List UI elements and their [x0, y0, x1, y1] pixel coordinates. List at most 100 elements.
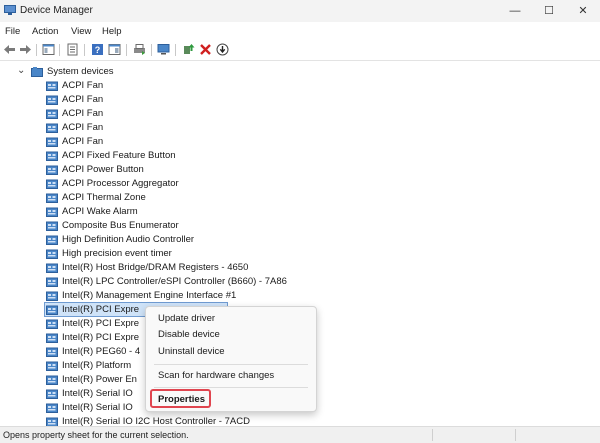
device-label: ACPI Wake Alarm — [62, 206, 138, 217]
system-device-icon — [46, 95, 58, 105]
action-pane-icon[interactable] — [108, 43, 121, 56]
device-label: ACPI Power Button — [62, 164, 144, 175]
system-device-icon — [46, 319, 58, 329]
toolbar-separator — [151, 44, 152, 56]
toolbar-separator — [175, 44, 176, 56]
show-hide-tree-icon[interactable] — [42, 43, 55, 56]
minimize-button[interactable]: — — [498, 0, 532, 22]
device-row[interactable]: ACPI Fan — [0, 93, 600, 107]
disable-icon[interactable] — [216, 43, 229, 56]
chevron-down-icon[interactable]: ⌄ — [17, 65, 25, 76]
menu-separator — [154, 364, 308, 365]
status-divider — [432, 429, 433, 441]
system-device-icon — [46, 235, 58, 245]
properties-sheet-icon[interactable] — [66, 43, 79, 56]
title-bar: Device Manager — ☐ ✕ — [0, 0, 600, 22]
device-label: ACPI Fan — [62, 136, 104, 147]
update-driver-menu-item[interactable]: Update driver — [158, 313, 215, 324]
device-label: Intel(R) Serial IO I2C Host Controller -… — [62, 416, 250, 426]
system-device-icon — [46, 221, 58, 231]
device-row[interactable]: High Definition Audio Controller — [0, 233, 600, 247]
device-manager-icon — [4, 5, 16, 15]
disable-device-menu-item[interactable]: Disable device — [158, 329, 220, 340]
folder-icon — [31, 67, 43, 77]
device-label: Intel(R) Management Engine Interface #1 — [62, 290, 237, 301]
device-label: ACPI Thermal Zone — [62, 192, 146, 203]
device-label: ACPI Fan — [62, 122, 104, 133]
device-label: Intel(R) Power En — [62, 374, 137, 385]
device-label: Intel(R) LPC Controller/eSPI Controller … — [62, 276, 287, 287]
context-menu: Update driver Disable device Uninstall d… — [145, 306, 317, 412]
device-label: Intel(R) PEG60 - 4 — [62, 346, 141, 357]
system-device-icon — [46, 403, 58, 413]
toolbar-separator — [84, 44, 85, 56]
back-arrow-icon[interactable] — [3, 43, 16, 56]
svg-text:?: ? — [95, 45, 101, 55]
close-button[interactable]: ✕ — [566, 0, 600, 22]
toolbar: ? — [0, 40, 600, 61]
menu-file[interactable]: File — [5, 26, 20, 37]
system-device-icon — [46, 249, 58, 259]
device-label: Composite Bus Enumerator — [62, 220, 179, 231]
status-text: Opens property sheet for the current sel… — [3, 430, 189, 440]
device-row[interactable]: Intel(R) LPC Controller/eSPI Controller … — [0, 275, 600, 289]
device-row[interactable]: Intel(R) Management Engine Interface #1 — [0, 289, 600, 303]
system-device-icon — [46, 137, 58, 147]
system-device-icon — [46, 361, 58, 371]
system-device-icon — [46, 375, 58, 385]
device-row[interactable]: ACPI Fan — [0, 79, 600, 93]
toolbar-separator — [126, 44, 127, 56]
device-label: Intel(R) Serial IO — [62, 388, 133, 399]
category-label: System devices — [47, 66, 114, 77]
toolbar-separator — [36, 44, 37, 56]
device-label: High precision event timer — [62, 248, 172, 259]
scan-monitor-icon[interactable] — [157, 43, 170, 56]
device-label: ACPI Fan — [62, 108, 104, 119]
system-device-icon — [46, 165, 58, 175]
system-device-icon — [46, 417, 58, 426]
device-row[interactable]: ACPI Fan — [0, 107, 600, 121]
system-device-icon — [46, 207, 58, 217]
scan-hardware-menu-item[interactable]: Scan for hardware changes — [158, 370, 274, 381]
menu-action[interactable]: Action — [32, 26, 58, 37]
maximize-button[interactable]: ☐ — [532, 0, 566, 22]
device-row[interactable]: ACPI Processor Aggregator — [0, 177, 600, 191]
device-row[interactable]: Intel(R) Serial IO I2C Host Controller -… — [0, 415, 600, 426]
category-system-devices[interactable]: ⌄ System devices — [0, 65, 600, 79]
device-row[interactable]: ACPI Fixed Feature Button — [0, 149, 600, 163]
system-device-icon — [46, 277, 58, 287]
menu-bar: File Action View Help — [0, 22, 600, 40]
device-row[interactable]: ACPI Fan — [0, 135, 600, 149]
system-device-icon — [46, 179, 58, 189]
menu-view[interactable]: View — [71, 26, 91, 37]
device-row[interactable]: ACPI Power Button — [0, 163, 600, 177]
window-title: Device Manager — [20, 5, 93, 16]
device-label: ACPI Fan — [62, 80, 104, 91]
menu-help[interactable]: Help — [102, 26, 122, 37]
device-label: Intel(R) Platform — [62, 360, 132, 371]
device-label: ACPI Fan — [62, 94, 104, 105]
properties-menu-item[interactable]: Properties — [158, 394, 205, 405]
device-row[interactable]: ACPI Wake Alarm — [0, 205, 600, 219]
system-device-icon — [46, 291, 58, 301]
device-label: Intel(R) Host Bridge/DRAM Registers - 46… — [62, 262, 249, 273]
device-row[interactable]: Intel(R) Host Bridge/DRAM Registers - 46… — [0, 261, 600, 275]
system-device-icon — [46, 123, 58, 133]
toolbar-separator — [59, 44, 60, 56]
device-row[interactable]: High precision event timer — [0, 247, 600, 261]
system-device-icon — [46, 193, 58, 203]
device-label: Intel(R) PCI Expre — [62, 318, 140, 329]
device-row[interactable]: Composite Bus Enumerator — [0, 219, 600, 233]
update-driver-icon[interactable] — [182, 43, 195, 56]
system-device-icon — [46, 81, 58, 91]
forward-arrow-icon[interactable] — [19, 43, 32, 56]
system-device-icon — [46, 109, 58, 119]
help-icon[interactable]: ? — [91, 43, 104, 56]
device-label: Intel(R) PCI Expre — [62, 332, 140, 343]
device-row[interactable]: ACPI Fan — [0, 121, 600, 135]
print-icon[interactable] — [133, 43, 146, 56]
device-label: ACPI Fixed Feature Button — [62, 150, 176, 161]
uninstall-icon[interactable] — [199, 43, 212, 56]
device-row[interactable]: ACPI Thermal Zone — [0, 191, 600, 205]
uninstall-device-menu-item[interactable]: Uninstall device — [158, 346, 225, 357]
